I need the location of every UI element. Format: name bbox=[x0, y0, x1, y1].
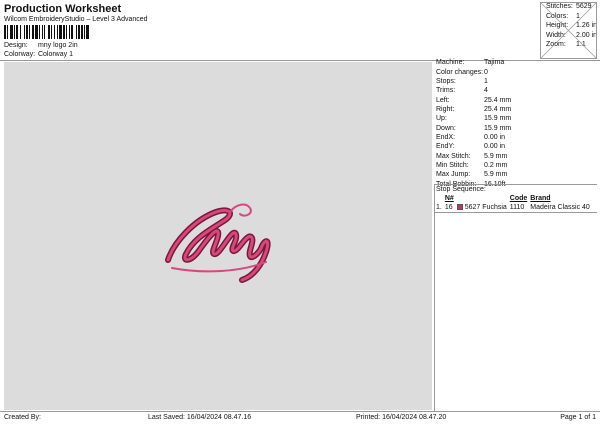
detail-value: Tajima bbox=[484, 59, 505, 67]
embroidery-design bbox=[165, 203, 271, 283]
row-stitches: 5627 bbox=[464, 204, 481, 211]
detail-row: EndX: 0.00 in bbox=[436, 133, 511, 142]
design-details: Machine: Tajima Color changes: 0 Stops: 1 Trim… bbox=[436, 58, 511, 189]
detail-label: Machine: bbox=[436, 59, 465, 67]
detail-row: Max Stitch: 5.9 mm bbox=[436, 151, 511, 160]
col-n: N# bbox=[444, 195, 454, 202]
software-subtitle: Wilcom EmbroideryStudio – Level 3 Advanc… bbox=[4, 16, 148, 23]
page-number: Page 1 of 1 bbox=[560, 414, 596, 421]
detail-label: EndY: bbox=[436, 143, 455, 151]
detail-label: EndX: bbox=[436, 133, 456, 141]
detail-value: 0 bbox=[484, 68, 488, 76]
page-title: Production Worksheet bbox=[4, 3, 122, 15]
logo-underline-swash bbox=[171, 261, 267, 273]
detail-row: Machine: Tajima bbox=[436, 58, 511, 67]
detail-value: 0.00 in bbox=[484, 133, 506, 141]
design-value: mny logo 2in bbox=[37, 42, 78, 49]
thumbnail-box bbox=[540, 2, 597, 59]
detail-value: 0.2 mm bbox=[484, 161, 508, 169]
column-divider bbox=[434, 184, 435, 412]
design-row: Design: mny logo 2in bbox=[4, 42, 78, 49]
detail-label: Min Stitch: bbox=[436, 161, 469, 169]
colorway-row: Colorway: Colorway 1 bbox=[4, 51, 73, 58]
table-row: 1. 16 5627 Fuchsia 1110 Madeira Classic … bbox=[436, 203, 593, 212]
detail-row: EndY: 0.00 in bbox=[436, 142, 511, 151]
stop-sequence-label: Stop Sequence: bbox=[436, 186, 486, 193]
detail-label: Up: bbox=[436, 115, 447, 123]
detail-label: Down: bbox=[436, 124, 456, 132]
row-brand: Madeira Classic 40 bbox=[530, 204, 590, 211]
created-by: Created By: bbox=[4, 414, 41, 421]
detail-row: Right: 25.4 mm bbox=[436, 105, 511, 114]
colorway-value: Colorway 1 bbox=[37, 51, 73, 58]
last-saved: Last Saved: 16/04/2024 08.47.16 bbox=[148, 414, 252, 421]
printed-date: Printed: 16/04/2024 08.47.20 bbox=[356, 414, 447, 421]
col-thread bbox=[457, 194, 510, 203]
detail-value: 5.9 mm bbox=[484, 152, 508, 160]
row-code: 1110 bbox=[509, 204, 525, 211]
thread-color-swatch bbox=[456, 204, 463, 211]
detail-label: Trims: bbox=[436, 87, 456, 95]
stop-sequence-table: N# Code Brand 1. 16 5627 Fuchsia 1110 Ma… bbox=[436, 194, 593, 212]
design-label: Design: bbox=[4, 42, 28, 49]
detail-row: Color changes: 0 bbox=[436, 67, 511, 76]
detail-label: Stops: bbox=[436, 77, 456, 85]
detail-value: 15.9 mm bbox=[484, 124, 512, 132]
empty-thumbnail-cross bbox=[541, 3, 596, 58]
row-thread: 5627 Fuchsia bbox=[456, 203, 510, 212]
detail-row: Trims: 4 bbox=[436, 86, 511, 95]
barcode-graphic bbox=[4, 25, 89, 39]
detail-value: 0.00 in bbox=[484, 143, 506, 151]
detail-row: Stops: 1 bbox=[436, 77, 511, 86]
detail-label: Right: bbox=[436, 105, 455, 113]
design-preview bbox=[4, 62, 432, 410]
detail-label: Max Stitch: bbox=[436, 152, 471, 160]
detail-row: Down: 15.9 mm bbox=[436, 123, 511, 132]
detail-value: 25.4 mm bbox=[484, 96, 512, 104]
logo-top-flourish bbox=[229, 203, 252, 217]
detail-label: Color changes: bbox=[436, 68, 484, 76]
detail-row: Up: 15.9 mm bbox=[436, 114, 511, 123]
stop-sequence-section: Stop Sequence: N# Code Brand 1. 16 5627 … bbox=[434, 184, 597, 212]
col-code: Code bbox=[509, 195, 528, 202]
detail-row: Max Jump: 5.9 mm bbox=[436, 170, 511, 179]
table-bottom-rule bbox=[434, 212, 597, 213]
footer: Created By: Last Saved: 16/04/2024 08.47… bbox=[0, 411, 600, 424]
row-n: 16 bbox=[444, 204, 453, 211]
row-index: 1. bbox=[436, 204, 442, 211]
detail-value: 15.9 mm bbox=[484, 115, 512, 123]
col-index bbox=[436, 194, 445, 203]
detail-row: Left: 25.4 mm bbox=[436, 95, 511, 104]
detail-label: Max Jump: bbox=[436, 171, 471, 179]
detail-value: 25.4 mm bbox=[484, 105, 512, 113]
row-color-name: Fuchsia bbox=[482, 204, 507, 211]
col-brand: Brand bbox=[530, 195, 551, 202]
colorway-label: Colorway: bbox=[4, 51, 36, 58]
detail-row: Min Stitch: 0.2 mm bbox=[436, 161, 511, 170]
detail-label: Left: bbox=[436, 96, 450, 104]
detail-value: 4 bbox=[484, 87, 488, 95]
detail-value: 5.9 mm bbox=[484, 171, 508, 179]
detail-value: 1 bbox=[484, 77, 488, 85]
